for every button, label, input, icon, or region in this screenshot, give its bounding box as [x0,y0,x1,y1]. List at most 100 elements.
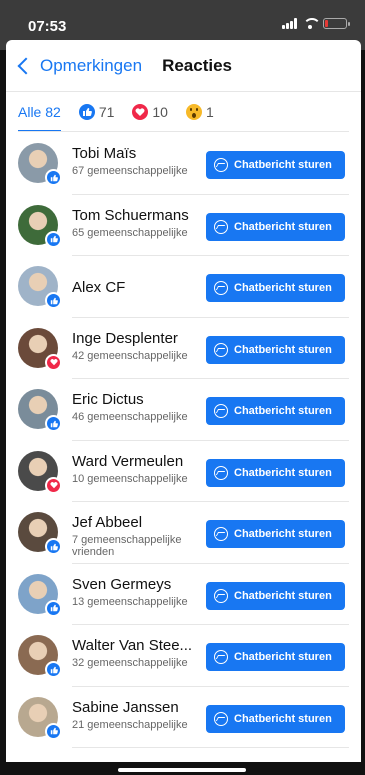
mutual-friends: 67 gemeenschappelijke [72,165,188,177]
send-message-label: Chatbericht sturen [234,651,332,663]
love-icon [132,104,149,120]
list-item[interactable]: Tom Schuermans 65 gemeenschappelijke Chatb… [6,195,361,256]
list-item[interactable]: Alex CF Chatbericht sturen [6,256,361,318]
send-message-button[interactable]: Chatbericht sturen [206,151,345,179]
messenger-icon [214,711,228,726]
like-icon [45,415,62,432]
tab-wow[interactable]: 1 [185,92,214,132]
avatar[interactable] [18,327,62,371]
person-name[interactable]: Inge Desplenter [72,330,178,347]
chevron-left-icon [17,57,35,74]
like-icon [45,538,62,555]
send-message-label: Chatbericht sturen [234,220,332,233]
mutual-friends: 42 gemeenschappelijke [72,349,188,362]
mutual-friends: 7 gemeenschappelijke vrienden [72,534,182,558]
person-name[interactable]: Tom Schuermans [72,207,189,224]
tab-like[interactable]: 71 [78,92,115,132]
send-message-label: Chatbericht sturen [234,343,332,356]
list-item[interactable]: Sabine Janssen 21 gemeenschappelijke Chatb… [6,687,361,748]
send-message-button[interactable]: Chatbericht sturen [206,212,345,241]
wifi-icon [303,18,321,29]
avatar[interactable] [18,573,62,617]
send-message-label: Chatbericht sturen [234,282,332,294]
reaction-tabs: Alle 82 71 10 1 [6,92,361,132]
send-message-button[interactable]: Chatbericht sturen [206,643,345,671]
tab-all-label: Alle 82 [18,104,61,120]
person-name[interactable]: Sabine Janssen [72,699,179,716]
messenger-icon [214,219,228,234]
home-indicator[interactable] [118,768,246,772]
send-message-button[interactable]: Chatbericht sturen [206,458,345,487]
person-name[interactable]: Sven Germeys [72,576,171,593]
mutual-friends: 32 gemeenschappelijke [72,657,188,669]
mutual-friends: 21 gemeenschappelijke [72,718,188,731]
like-icon [78,104,95,120]
avatar[interactable] [18,450,62,494]
send-message-label: Chatbericht sturen [234,712,332,725]
list-item[interactable]: Tobi Maïs 67 gemeenschappelijke Chatberich… [6,133,361,195]
send-message-label: Chatbericht sturen [234,405,332,417]
reactions-screen: Opmerkingen Reacties Alle 82 71 10 1 Tob… [6,40,361,762]
tab-all[interactable]: Alle 82 [18,92,61,132]
tab-love[interactable]: 10 [132,92,168,132]
person-name[interactable]: Walter Van Stee... [72,637,192,654]
battery-icon [323,18,350,29]
like-icon [45,230,62,248]
love-icon [45,353,62,371]
messenger-icon [214,527,228,541]
avatar[interactable] [18,696,62,740]
page-title: Reacties [162,55,232,75]
like-icon [45,661,62,678]
mutual-friends: 13 gemeenschappelijke [72,595,188,608]
list-item[interactable]: Inge Desplenter 42 gemeenschappelijke Chat… [6,318,361,379]
person-name[interactable]: Eric Dictus [72,391,144,408]
person-name[interactable]: Alex CF [72,279,125,296]
person-name[interactable]: Tobi Maïs [72,145,136,162]
send-message-button[interactable]: Chatbericht sturen [206,581,345,610]
send-message-button[interactable]: Chatbericht sturen [206,520,345,548]
avatar[interactable] [18,266,62,309]
tabs-divider [18,131,349,132]
reactor-list: Tobi Maïs 67 gemeenschappelijke Chatberich… [6,133,361,748]
person-name[interactable]: Ward Vermeulen [72,453,183,470]
wow-icon [185,104,202,120]
mutual-friends: 46 gemeenschappelijke [72,411,188,423]
status-time: 07:53 [28,18,67,35]
avatar[interactable] [18,143,62,186]
send-message-button[interactable]: Chatbericht sturen [206,397,345,425]
list-item[interactable]: Walter Van Stee... 32 gemeenschappelijke C… [6,625,361,687]
tab-love-count: 10 [152,104,168,120]
signal-icon [282,18,297,29]
messenger-icon [214,281,228,295]
nav-bar: Opmerkingen Reacties [6,40,361,92]
tab-wow-count: 1 [205,104,214,120]
send-message-button[interactable]: Chatbericht sturen [206,704,345,733]
back-label: Opmerkingen [40,55,143,75]
messenger-icon [214,404,228,418]
mutual-friends: 10 gemeenschappelijke [72,472,188,485]
like-icon [45,599,62,617]
avatar[interactable] [18,635,62,678]
status-icons [282,18,350,29]
tab-like-count: 71 [98,104,115,120]
love-icon [45,476,62,494]
messenger-icon [214,342,228,357]
send-message-button[interactable]: Chatbericht sturen [206,274,345,302]
list-item[interactable]: Sven Germeys 13 gemeenschappelijke Chatber… [6,564,361,625]
send-message-button[interactable]: Chatbericht sturen [206,335,345,364]
like-icon [45,169,62,186]
list-item[interactable]: Eric Dictus 46 gemeenschappelijke Chatberi… [6,379,361,441]
avatar[interactable] [18,389,62,432]
back-button[interactable]: Opmerkingen [12,56,142,76]
send-message-label: Chatbericht sturen [234,466,332,479]
person-name[interactable]: Jef Abbeel [72,514,142,531]
messenger-icon [214,465,228,480]
avatar[interactable] [18,512,62,555]
like-icon [45,722,62,740]
list-item[interactable]: Jef Abbeel 7 gemeenschappelijke vrienden C… [6,502,361,564]
messenger-icon [214,588,228,603]
avatar[interactable] [18,204,62,248]
mutual-friends: 65 gemeenschappelijke [72,226,188,239]
send-message-label: Chatbericht sturen [234,589,332,602]
list-item[interactable]: Ward Vermeulen 10 gemeenschappelijke Chatb… [6,441,361,502]
